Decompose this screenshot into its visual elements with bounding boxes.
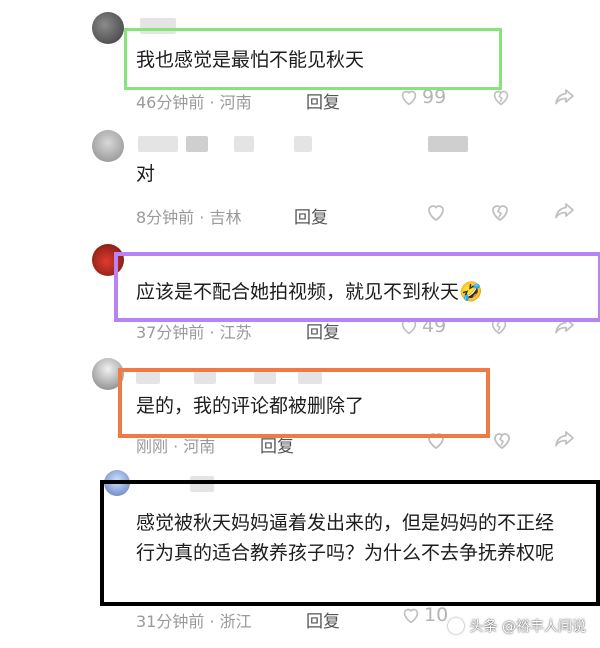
comment-1: 我也感觉是最怕不能见秋天 46分钟前 · 河南 回复 99 xyxy=(0,0,600,120)
comment-meta: 刚刚 · 河南 xyxy=(136,437,216,456)
watermark-icon xyxy=(447,618,464,634)
username-blurred xyxy=(428,136,468,152)
avatar[interactable] xyxy=(92,130,124,162)
username-blurred xyxy=(234,136,254,152)
comment-text: 应该是不配合她拍视频，就见不到秋天🤣 xyxy=(136,281,483,303)
like-count: 10 xyxy=(424,604,449,626)
share-icon[interactable] xyxy=(552,200,576,222)
comment-text: 我也感觉是最怕不能见秋天 xyxy=(136,49,365,71)
username-blurred xyxy=(194,368,216,384)
comment-text: 感觉被秋天妈妈逼着发出来的，但是妈妈的不正经行为真的适合教养孩子吗？为什么不去争… xyxy=(136,512,555,564)
comment-2: 对 8分钟前 · 吉林 回复 xyxy=(0,120,600,238)
watermark: 头条 @裕丰人间说 xyxy=(447,616,586,636)
heart-icon[interactable] xyxy=(424,200,448,224)
avatar[interactable] xyxy=(104,470,130,496)
username-blurred xyxy=(298,368,322,384)
comment-4: 是的，我的评论都被删除了 刚刚 · 河南 回复 xyxy=(0,350,600,468)
reply-button[interactable]: 回复 xyxy=(306,607,340,632)
comment-text: 是的，我的评论都被删除了 xyxy=(136,395,365,417)
avatar[interactable] xyxy=(92,12,124,44)
username-blurred xyxy=(254,368,276,384)
username-blurred[interactable] xyxy=(190,476,214,492)
heart-icon xyxy=(398,315,420,337)
username-blurred[interactable] xyxy=(138,136,178,152)
reply-button[interactable]: 回复 xyxy=(260,432,294,457)
share-icon[interactable] xyxy=(552,86,576,108)
username-blurred[interactable] xyxy=(140,18,176,34)
heart-icon xyxy=(400,604,422,626)
watermark-text: 头条 @裕丰人间说 xyxy=(469,619,586,635)
username-blurred xyxy=(186,136,208,152)
dislike-icon[interactable] xyxy=(488,315,510,337)
heart-icon xyxy=(398,86,420,108)
like-button[interactable]: 10 xyxy=(400,604,448,626)
heart-icon[interactable] xyxy=(424,428,448,452)
avatar[interactable] xyxy=(92,244,124,276)
dislike-icon[interactable] xyxy=(490,86,512,108)
comment-meta: 8分钟前 · 吉林 xyxy=(136,208,242,227)
reply-button[interactable]: 回复 xyxy=(294,203,328,228)
username-blurred xyxy=(294,136,312,152)
reply-button[interactable]: 回复 xyxy=(306,88,340,113)
like-count: 49 xyxy=(422,315,447,337)
share-icon[interactable] xyxy=(552,428,576,450)
reply-button[interactable]: 回复 xyxy=(306,318,340,343)
dislike-icon[interactable] xyxy=(490,428,514,452)
username-blurred[interactable] xyxy=(136,368,160,384)
comment-meta: 46分钟前 · 河南 xyxy=(136,93,252,112)
like-count: 99 xyxy=(422,86,447,108)
comment-meta: 31分钟前 · 浙江 xyxy=(136,612,252,631)
comment-meta: 37分钟前 · 江苏 xyxy=(136,323,252,342)
comment-3: 应该是不配合她拍视频，就见不到秋天🤣 37分钟前 · 江苏 回复 49 xyxy=(0,238,600,350)
dislike-icon[interactable] xyxy=(488,200,512,224)
like-button[interactable]: 99 xyxy=(398,86,446,108)
share-icon[interactable] xyxy=(552,315,576,337)
avatar[interactable] xyxy=(92,358,124,390)
comment-text: 对 xyxy=(136,163,156,185)
like-button[interactable]: 49 xyxy=(398,315,446,337)
